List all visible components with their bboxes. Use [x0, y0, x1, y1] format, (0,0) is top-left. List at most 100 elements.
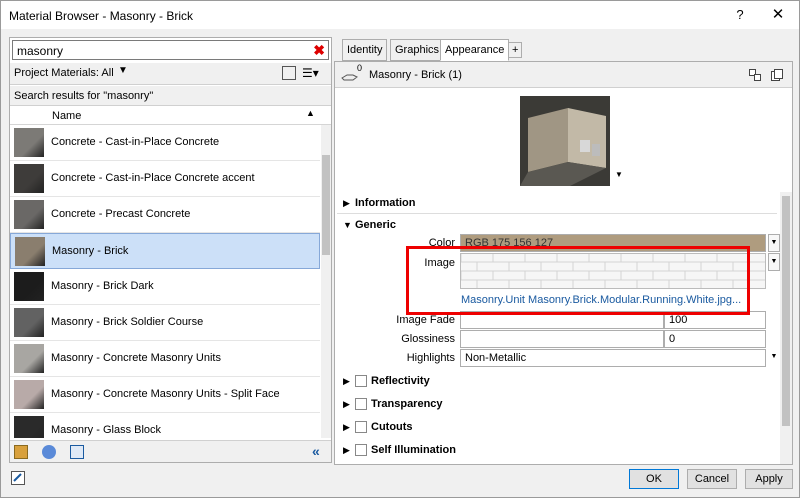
library-breadcrumb: Project Materials: All ▼ ☰▾: [10, 63, 331, 85]
material-row[interactable]: Masonry - Concrete Masonry Units - Split…: [10, 377, 320, 413]
search-input-value: masonry: [17, 44, 64, 58]
material-row[interactable]: Masonry - Glass Block: [10, 413, 320, 438]
material-preview-image: [520, 96, 610, 186]
material-thumbnail: [14, 164, 44, 193]
preview-options-icon[interactable]: ▼: [615, 170, 623, 179]
glossiness-value[interactable]: 0: [664, 330, 766, 348]
cancel-button[interactable]: Cancel: [687, 469, 737, 489]
create-material-icon[interactable]: [42, 445, 56, 459]
material-row[interactable]: Masonry - Brick: [10, 233, 320, 269]
highlights-select[interactable]: Non-Metallic: [460, 349, 766, 367]
material-name: Masonry - Glass Block: [51, 424, 162, 436]
section-reflectivity-label: Reflectivity: [371, 375, 430, 387]
expand-icon[interactable]: ▶: [343, 376, 350, 387]
properties-scrollbar[interactable]: [780, 192, 792, 464]
list-view-icon[interactable]: ☰▾: [302, 66, 319, 80]
color-dropdown-icon[interactable]: ▼: [768, 234, 780, 252]
close-button[interactable]: ✕: [765, 5, 791, 25]
material-row[interactable]: Masonry - Brick Soldier Course: [10, 305, 320, 341]
duplicate-asset-icon[interactable]: [771, 69, 783, 81]
section-information-label: Information: [355, 197, 416, 209]
material-thumbnail: [14, 344, 44, 373]
highlights-dropdown-icon[interactable]: ▼: [768, 349, 780, 367]
material-name: Masonry - Concrete Masonry Units - Split…: [51, 388, 280, 400]
reflectivity-checkbox[interactable]: [355, 375, 367, 387]
material-row[interactable]: Concrete - Precast Concrete: [10, 197, 320, 233]
title-bar: Material Browser - Masonry - Brick ? ✕: [1, 1, 799, 29]
list-scrollbar[interactable]: [321, 125, 331, 438]
chevron-down-icon[interactable]: ▼: [118, 65, 128, 76]
material-thumbnail: [14, 272, 44, 301]
collapse-panel-icon[interactable]: «: [312, 443, 320, 459]
column-header-name[interactable]: Name: [52, 110, 81, 122]
color-field[interactable]: RGB 175 156 127: [460, 234, 766, 252]
library-filter-button[interactable]: Project Materials: All: [14, 67, 114, 79]
apply-button[interactable]: Apply: [745, 469, 793, 489]
tab-appearance[interactable]: Appearance: [440, 39, 510, 61]
image-fade-value[interactable]: 100: [664, 311, 766, 329]
expand-icon[interactable]: ▶: [343, 198, 350, 209]
expand-icon[interactable]: ▶: [343, 445, 350, 456]
image-preview-brick[interactable]: [460, 253, 766, 289]
section-self-illumination[interactable]: ▶ Self Illumination: [337, 441, 775, 461]
material-thumbnail: [14, 416, 44, 438]
tab-identity[interactable]: Identity: [342, 39, 388, 61]
list-scrollbar-thumb[interactable]: [322, 155, 330, 255]
add-asset-tab-button[interactable]: +: [508, 42, 522, 58]
window-title: Material Browser - Masonry - Brick: [9, 9, 194, 23]
section-transparency-label: Transparency: [371, 398, 443, 410]
open-library-icon[interactable]: [14, 445, 28, 459]
section-reflectivity[interactable]: ▶ Reflectivity: [337, 372, 775, 392]
clear-search-icon[interactable]: ✖: [313, 41, 325, 59]
section-cutouts[interactable]: ▶ Cutouts: [337, 418, 775, 438]
search-input[interactable]: masonry ✖: [12, 40, 329, 60]
material-thumbnail: [14, 128, 44, 157]
material-name: Masonry - Concrete Masonry Units: [51, 352, 221, 364]
material-name: Concrete - Precast Concrete: [51, 208, 191, 220]
glossiness-label: Glossiness: [401, 333, 455, 345]
section-generic[interactable]: ▼ Generic: [337, 216, 775, 236]
material-name: Masonry - Brick Soldier Course: [51, 316, 204, 328]
material-row[interactable]: Concrete - Cast-in-Place Concrete accent: [10, 161, 320, 197]
material-browser-window: Material Browser - Masonry - Brick ? ✕ m…: [0, 0, 800, 498]
image-file-link[interactable]: Masonry.Unit Masonry.Brick.Modular.Runni…: [461, 294, 741, 306]
glossiness-slider[interactable]: [460, 330, 664, 348]
search-results-label: Search results for "masonry": [10, 86, 331, 106]
tab-graphics[interactable]: Graphics: [390, 39, 445, 61]
asset-bar: 0 Masonry - Brick (1): [335, 62, 792, 88]
self-illumination-checkbox[interactable]: [355, 444, 367, 456]
material-name: Masonry - Brick: [52, 245, 129, 257]
material-name: Masonry - Brick Dark: [51, 280, 154, 292]
material-name: Concrete - Cast-in-Place Concrete accent: [51, 172, 255, 184]
ok-button[interactable]: OK: [629, 469, 679, 489]
expand-icon[interactable]: ▶: [343, 399, 350, 410]
section-self-illumination-label: Self Illumination: [371, 444, 456, 456]
transparency-checkbox[interactable]: [355, 398, 367, 410]
asset-usage-count: 0: [357, 63, 363, 73]
color-label: Color: [428, 237, 455, 249]
section-transparency[interactable]: ▶ Transparency: [337, 395, 775, 415]
view-toggle-icon[interactable]: [282, 66, 296, 80]
replace-asset-icon[interactable]: [749, 69, 761, 81]
list-header[interactable]: Name ▲: [10, 107, 331, 125]
highlights-label: Highlights: [406, 352, 455, 364]
section-information[interactable]: ▶ Information: [337, 194, 775, 214]
material-thumbnail: [14, 308, 44, 337]
material-editor-icon[interactable]: [11, 471, 25, 485]
image-dropdown-icon[interactable]: ▼: [768, 253, 780, 271]
asset-browser-icon[interactable]: [70, 445, 84, 459]
material-list-panel: masonry ✖ Project Materials: All ▼ ☰▾ Se…: [9, 37, 332, 463]
material-row[interactable]: Masonry - Brick Dark: [10, 269, 320, 305]
material-thumbnail: [14, 200, 44, 229]
help-button[interactable]: ?: [729, 5, 751, 25]
asset-name: Masonry - Brick (1): [369, 69, 462, 81]
image-fade-slider[interactable]: [460, 311, 664, 329]
image-label: Image: [424, 257, 455, 269]
cutouts-checkbox[interactable]: [355, 421, 367, 433]
section-cutouts-label: Cutouts: [371, 421, 413, 433]
material-row[interactable]: Concrete - Cast-in-Place Concrete: [10, 125, 320, 161]
properties-scrollbar-thumb[interactable]: [782, 196, 790, 426]
expand-icon[interactable]: ▶: [343, 422, 350, 433]
material-row[interactable]: Masonry - Concrete Masonry Units: [10, 341, 320, 377]
collapse-icon[interactable]: ▼: [343, 220, 352, 230]
